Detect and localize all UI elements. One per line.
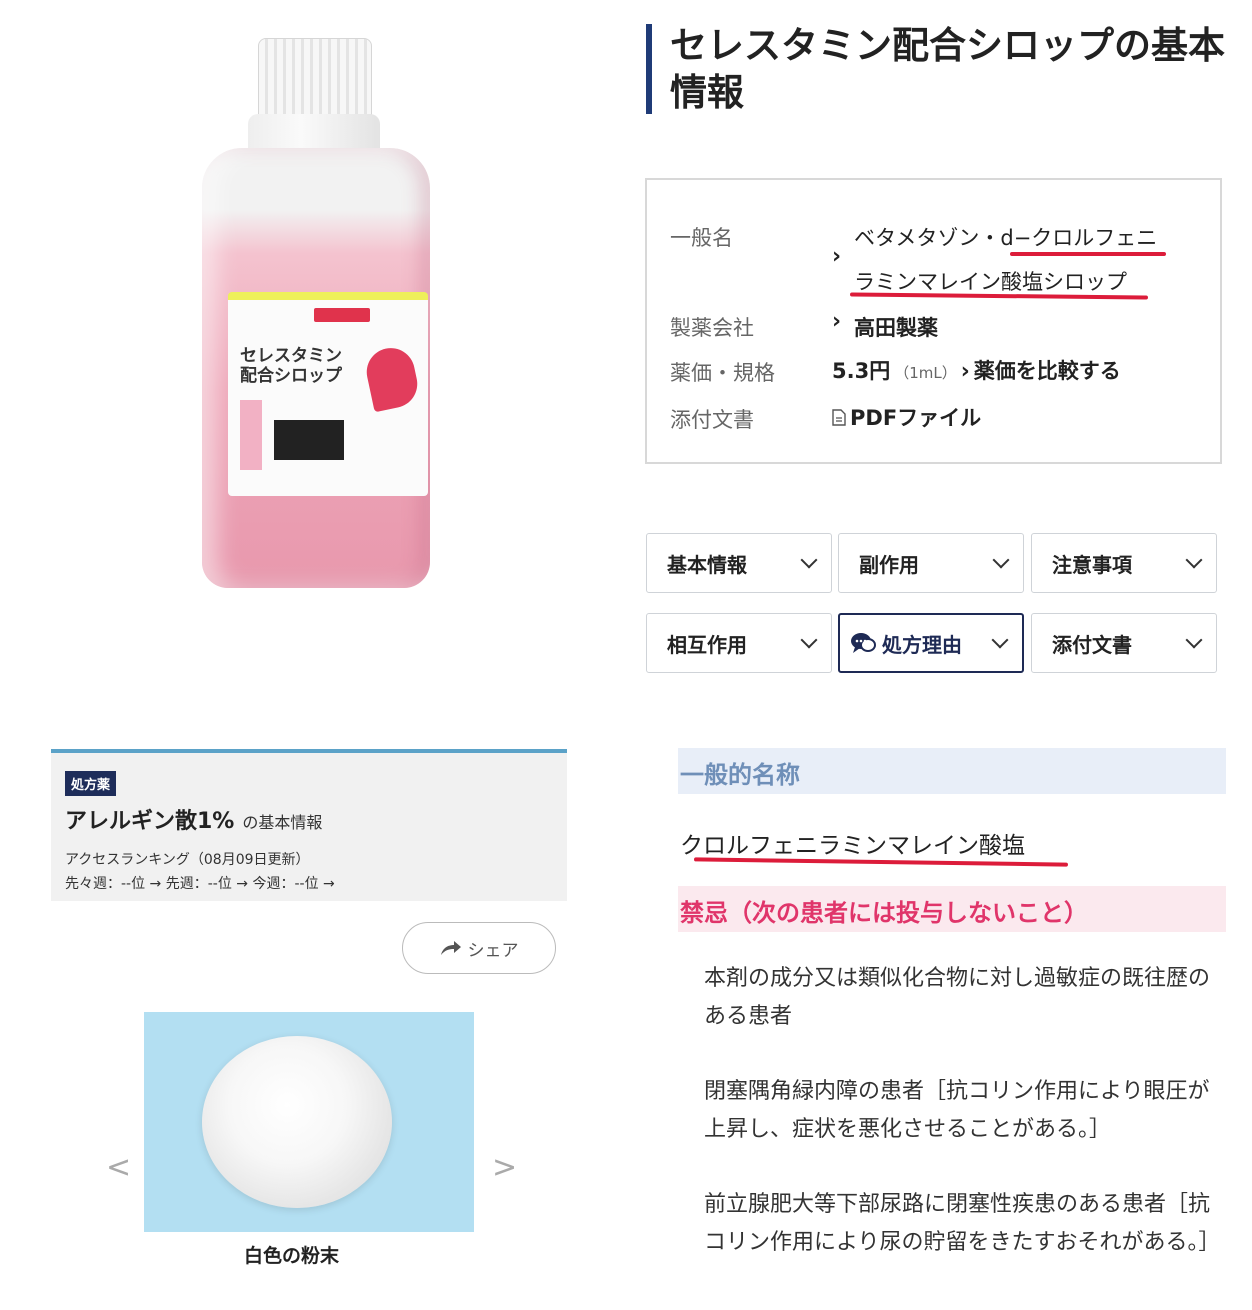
generic-name-link-line1[interactable]: ベタメタゾン・d−クロルフェニ — [854, 222, 1157, 252]
bottle-cap — [258, 38, 372, 120]
chevron-right-icon: › — [832, 309, 842, 334]
carousel-next-arrow[interactable]: > — [492, 1150, 517, 1185]
document-label: 添付文書 — [670, 408, 754, 432]
product-image: セレスタミン配合シロップ — [190, 30, 440, 590]
chevron-down-icon — [991, 631, 1009, 649]
card-title[interactable]: アレルギン散1% の基本情報 — [65, 803, 322, 835]
bottle-label: セレスタミン配合シロップ — [228, 292, 428, 496]
share-arrow-icon — [440, 941, 461, 955]
chevron-down-icon — [1185, 631, 1203, 649]
chevron-right-icon: › — [960, 359, 970, 384]
contraindication-item: 本剤の成分又は類似化合物に対し過敏症の既往歴のある患者 — [704, 966, 1211, 1029]
generic-name-text: クロルフェニラミンマレイン酸塩 — [680, 833, 1025, 859]
price-compare-link[interactable]: 薬価を比較する — [974, 355, 1121, 385]
price-label: 薬価・規格 — [670, 361, 775, 385]
tab-basic-info[interactable]: 基本情報 — [646, 533, 832, 593]
access-ranking-label: アクセスランキング（08月09日更新） — [65, 852, 310, 868]
tab-package-insert[interactable]: 添付文書 — [1031, 613, 1217, 673]
chevron-down-icon — [992, 551, 1010, 569]
prescription-badge: 処方薬 — [65, 771, 117, 796]
ranking-line: 先々週：--位 → 先週：--位 → 今週：--位 → — [65, 876, 335, 892]
powder-image — [144, 1012, 474, 1232]
section-heading-generic: 一般的名称 — [678, 748, 1226, 794]
chat-bubble-icon — [851, 633, 876, 653]
heart-icon — [362, 343, 422, 413]
chevron-down-icon — [1185, 551, 1203, 569]
title-accent-bar — [646, 24, 652, 114]
maker-label: 製薬会社 — [670, 316, 754, 340]
pdf-link-label: PDFファイル — [850, 406, 982, 430]
tab-precautions[interactable]: 注意事項 — [1031, 533, 1217, 593]
section-heading-contraindications: 禁忌（次の患者には投与しないこと） — [678, 886, 1226, 932]
bottle-label-name: セレスタミン配合シロップ — [240, 346, 342, 386]
chevron-right-icon: › — [832, 244, 842, 269]
contraindication-item: 前立腺肥大等下部尿路に閉塞性疾患のある患者［抗コリン作用により尿の貯留をきたすお… — [704, 1192, 1221, 1255]
drug-card: 処方薬 アレルギン散1% の基本情報 アクセスランキング（08月09日更新） 先々… — [51, 749, 567, 901]
pdf-link[interactable]: PDFファイル — [832, 402, 981, 432]
generic-name-label: 一般名 — [670, 226, 733, 250]
carousel-prev-arrow[interactable]: < — [106, 1150, 131, 1185]
share-button[interactable]: シェア — [402, 922, 556, 974]
highlight-underline — [1010, 252, 1166, 256]
price-value: 5.3円 — [832, 359, 891, 383]
tab-interactions[interactable]: 相互作用 — [646, 613, 832, 673]
image-caption: 白色の粉末 — [244, 1245, 340, 1267]
generic-name-link-line2[interactable]: ラミンマレイン酸塩シロップ — [854, 266, 1127, 296]
contraindication-item: 閉塞隅角緑内障の患者［抗コリン作用により眼圧が上昇し、症状を悪化させることがある… — [704, 1079, 1210, 1142]
tab-side-effects[interactable]: 副作用 — [838, 533, 1024, 593]
tab-prescription-reason[interactable]: 処方理由 — [838, 613, 1024, 673]
page-title: セレスタミン配合シロップの基本情報 — [670, 24, 1225, 114]
maker-link[interactable]: 高田製薬 — [854, 312, 938, 342]
price-unit: （1mL） — [894, 364, 957, 382]
chevron-down-icon — [800, 551, 818, 569]
document-icon — [832, 408, 846, 426]
chevron-down-icon — [800, 631, 818, 649]
